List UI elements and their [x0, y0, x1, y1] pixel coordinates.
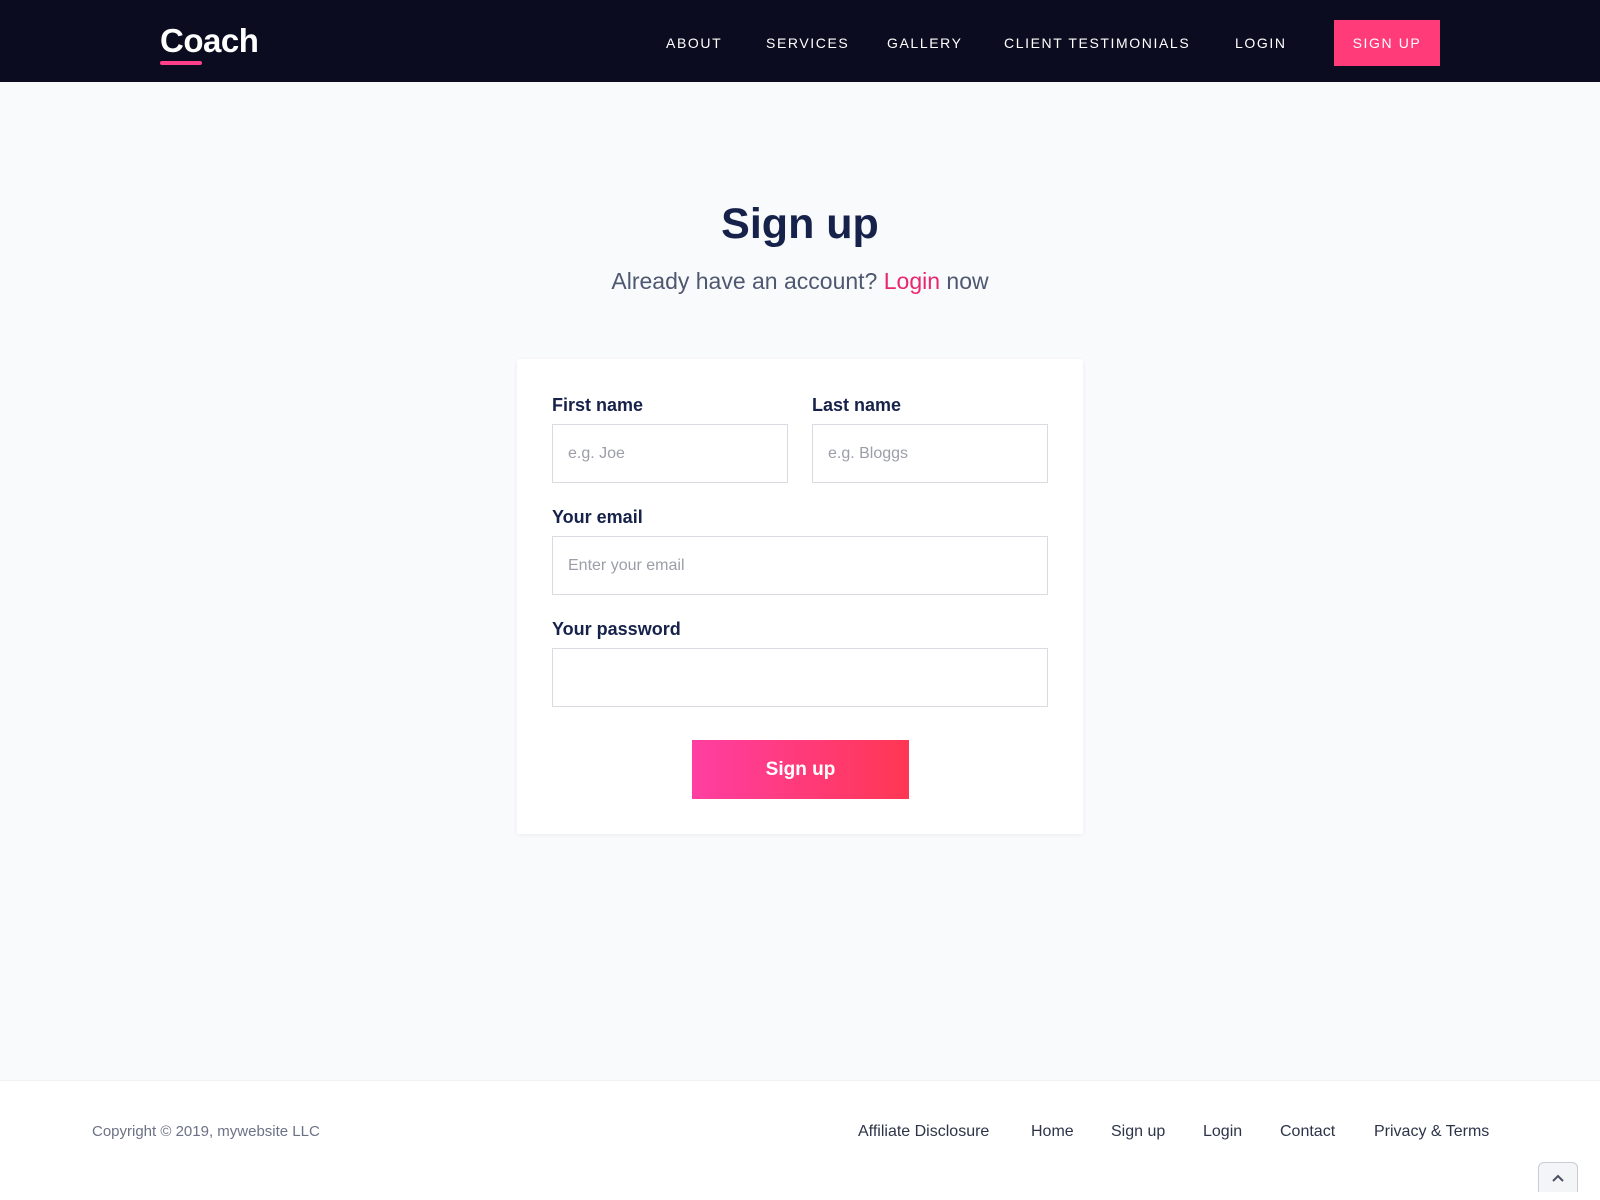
signup-submit-button[interactable]: Sign up [692, 740, 909, 799]
footer-link-login[interactable]: Login [1203, 1123, 1242, 1141]
password-input[interactable] [552, 648, 1048, 707]
nav-link-about[interactable]: ABOUT [666, 35, 722, 51]
nav-signup-button[interactable]: SIGN UP [1334, 20, 1440, 66]
footer-link-privacy-terms[interactable]: Privacy & Terms [1374, 1123, 1489, 1141]
logo[interactable]: Coach [160, 22, 259, 60]
footer-link-home[interactable]: Home [1031, 1123, 1074, 1141]
signup-form-card: First name Last name Your email Your pas… [517, 359, 1083, 834]
email-input[interactable] [552, 536, 1048, 595]
first-name-input[interactable] [552, 424, 788, 483]
footer-link-affiliate-disclosure[interactable]: Affiliate Disclosure [858, 1123, 989, 1141]
nav-link-client-testimonials[interactable]: CLIENT TESTIMONIALS [1004, 35, 1190, 51]
nav-link-services[interactable]: SERVICES [766, 35, 849, 51]
nav-link-gallery[interactable]: GALLERY [887, 35, 963, 51]
password-label: Your password [552, 619, 681, 639]
email-label: Your email [552, 507, 643, 527]
subtitle-login-link[interactable]: Login [884, 268, 940, 294]
footer: Copyright © 2019, mywebsite LLC Affiliat… [0, 1080, 1600, 1200]
first-name-label: First name [552, 395, 644, 415]
top-navbar: Coach ABOUT SERVICES GALLERY CLIENT TEST… [0, 0, 1600, 82]
chevron-up-icon [1552, 1174, 1564, 1182]
last-name-label: Last name [812, 395, 902, 415]
copyright-text: Copyright © 2019, mywebsite LLC [92, 1123, 320, 1140]
logo-underline [160, 61, 202, 65]
page-subtitle: Already have an account? Login now [0, 268, 1600, 295]
footer-link-contact[interactable]: Contact [1280, 1123, 1335, 1141]
scroll-to-top-button[interactable] [1538, 1162, 1578, 1192]
subtitle-suffix: now [946, 268, 989, 294]
subtitle-prefix: Already have an account? [611, 268, 878, 294]
last-name-input[interactable] [812, 424, 1048, 483]
page-title: Sign up [721, 200, 879, 248]
footer-link-sign-up[interactable]: Sign up [1111, 1123, 1165, 1141]
nav-link-login[interactable]: LOGIN [1235, 35, 1287, 51]
